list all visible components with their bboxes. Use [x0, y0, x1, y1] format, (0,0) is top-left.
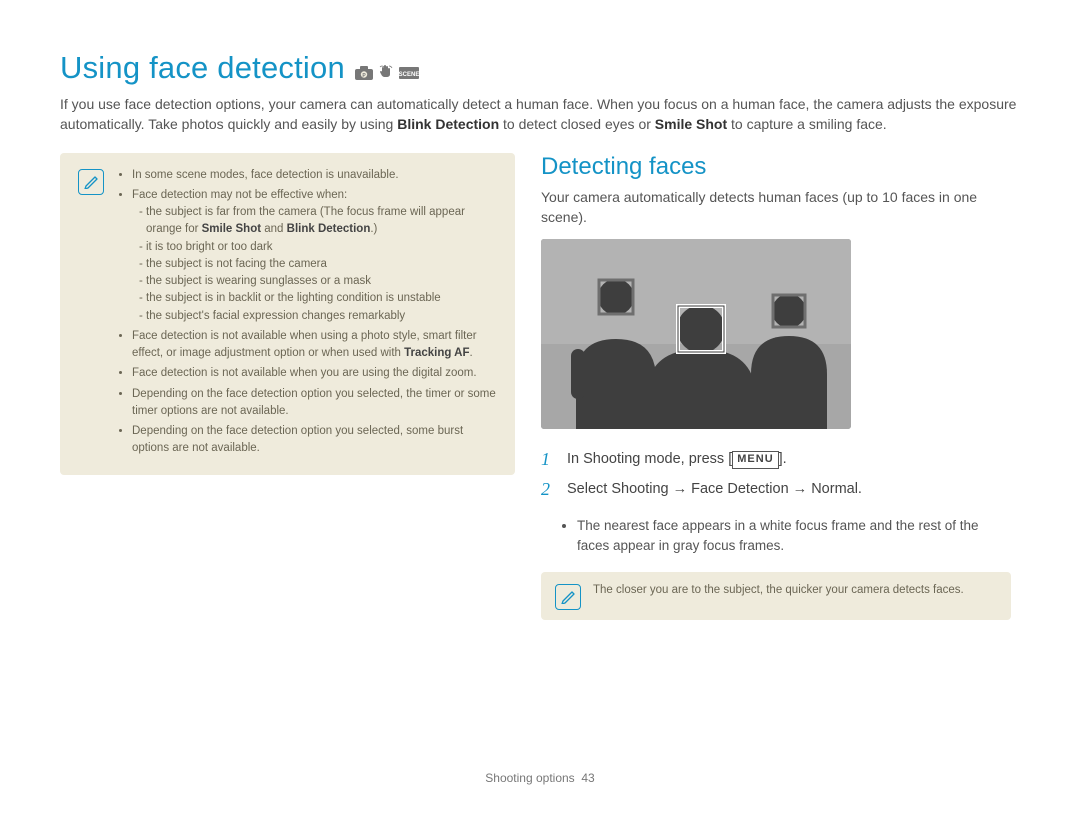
- intro-bold-1: Blink Detection: [397, 116, 499, 132]
- note-item: Face detection may not be effective when…: [132, 187, 499, 325]
- note-item: Depending on the face detection option y…: [132, 423, 499, 458]
- note-sub-bold: Smile Shot: [202, 223, 261, 235]
- step-sub-bullets: The nearest face appears in a white focu…: [541, 516, 1011, 555]
- steps-list: 1 In Shooting mode, press [MENU]. 2 Sele…: [541, 449, 1011, 500]
- note-icon: [78, 169, 104, 195]
- note-sub-text: and: [261, 223, 287, 235]
- hand-icon: [379, 65, 393, 81]
- note-box-left: In some scene modes, face detection is u…: [60, 153, 515, 475]
- note-text: In some scene modes, face detection is u…: [132, 169, 399, 181]
- step-text: Select Shooting → Face Detection → Norma…: [567, 481, 862, 497]
- mode-icons: P SCENE: [355, 65, 419, 81]
- intro-bold-2: Smile Shot: [655, 116, 727, 132]
- note-sub-text: the subject is in backlit or the lightin…: [146, 292, 441, 304]
- note-icon: [555, 584, 581, 610]
- note-subitem: the subject's facial expression changes …: [146, 308, 499, 325]
- sub-bullet-text: The nearest face appears in a white focu…: [577, 518, 978, 553]
- intro-text-2: to detect closed eyes or: [499, 116, 655, 132]
- step-number: 1: [541, 449, 553, 471]
- note-text: Face detection is not available when you…: [132, 367, 477, 379]
- note-subitem: the subject is far from the camera (The …: [146, 204, 499, 239]
- sub-bullet-item: The nearest face appears in a white focu…: [577, 516, 1011, 555]
- page-title: Using face detection: [60, 50, 345, 86]
- section-heading: Detecting faces: [541, 153, 1011, 181]
- note-sub-text: .): [370, 223, 377, 235]
- section-paragraph: Your camera automatically detects human …: [541, 187, 1011, 228]
- note-subitem: the subject is in backlit or the lightin…: [146, 290, 499, 307]
- footer-section: Shooting options: [485, 771, 574, 785]
- note-box-right: The closer you are to the subject, the q…: [541, 572, 1011, 620]
- face-detection-illustration: [541, 239, 851, 429]
- page-title-row: Using face detection P SCENE: [60, 50, 1020, 86]
- note-text: Depending on the face detection option y…: [132, 425, 463, 454]
- note-body: In some scene modes, face detection is u…: [116, 167, 499, 461]
- note-body: The closer you are to the subject, the q…: [593, 582, 964, 599]
- camera-p-icon: P: [355, 66, 373, 80]
- step-item: 1 In Shooting mode, press [MENU].: [541, 449, 1011, 471]
- note-bold: Tracking AF: [404, 347, 469, 359]
- note-item: Face detection is not available when you…: [132, 365, 499, 382]
- note-item: Depending on the face detection option y…: [132, 386, 499, 421]
- page-footer: Shooting options 43: [0, 771, 1080, 785]
- step-text: In Shooting mode, press: [567, 451, 728, 467]
- note-subitem: the subject is not facing the camera: [146, 256, 499, 273]
- intro-paragraph: If you use face detection options, your …: [60, 94, 1020, 135]
- step-body: Select Shooting → Face Detection → Norma…: [567, 479, 862, 499]
- footer-page-number: 43: [581, 771, 594, 785]
- svg-text:SCENE: SCENE: [399, 72, 419, 78]
- note-text: .: [470, 347, 473, 359]
- intro-text-3: to capture a smiling face.: [727, 116, 887, 132]
- scene-icon: SCENE: [399, 67, 419, 79]
- note-item: Face detection is not available when usi…: [132, 328, 499, 363]
- step-item: 2 Select Shooting → Face Detection → Nor…: [541, 479, 1011, 501]
- note-sub-text: the subject's facial expression changes …: [146, 310, 405, 322]
- note-item: In some scene modes, face detection is u…: [132, 167, 499, 184]
- note-subitem: the subject is wearing sunglasses or a m…: [146, 273, 499, 290]
- step-body: In Shooting mode, press [MENU].: [567, 449, 787, 469]
- note-sub-bold: Blink Detection: [287, 223, 371, 235]
- note-text: Depending on the face detection option y…: [132, 388, 496, 417]
- step-text: .: [783, 451, 787, 467]
- note-subitem: it is too bright or too dark: [146, 239, 499, 256]
- note-sub-text: the subject is wearing sunglasses or a m…: [146, 275, 371, 287]
- step-number: 2: [541, 479, 553, 501]
- menu-chip: MENU: [732, 451, 778, 468]
- note-sub-text: the subject is not facing the camera: [146, 258, 327, 270]
- note-text: Face detection may not be effective when…: [132, 189, 347, 201]
- note-sub-text: it is too bright or too dark: [146, 241, 273, 253]
